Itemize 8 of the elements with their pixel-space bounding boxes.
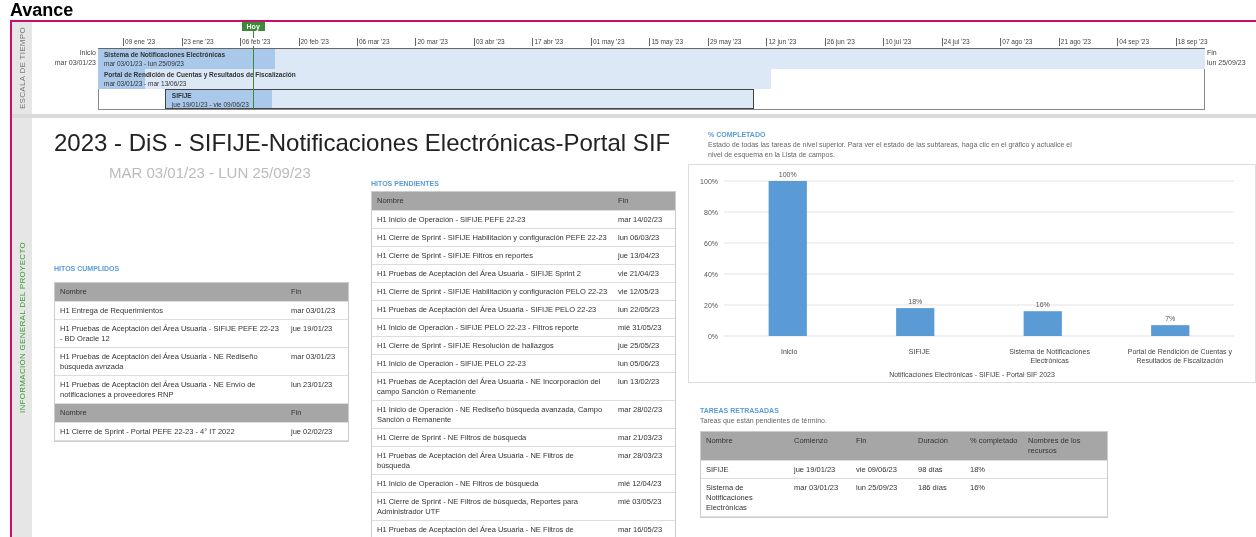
chart-bar (1023, 311, 1062, 336)
project-title: 2023 - DiS - SIFIJE-Notificaciones Electrónicas-Portal SIF (53, 128, 671, 158)
project-dates: MAR 03/01/23 - LUN 25/09/23 (108, 163, 312, 181)
chart-bar (1151, 325, 1190, 336)
side-label: ESCALA DE TIEMPO (17, 27, 27, 109)
page-title: Avance (9, 0, 74, 20)
side-label: INFORMACIÓN GENERAL DEL PROYECTO (17, 241, 27, 414)
chart-bar (896, 308, 935, 336)
